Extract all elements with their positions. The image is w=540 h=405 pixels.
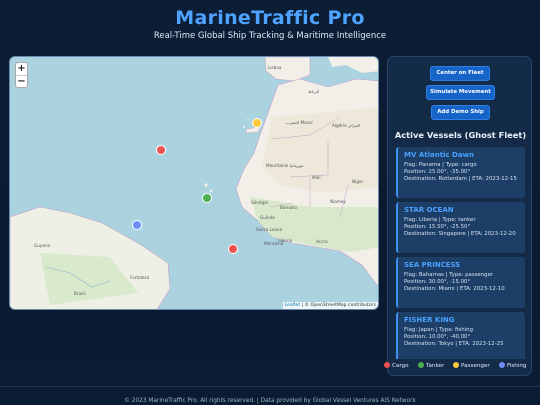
map-label: Brasil bbox=[74, 291, 86, 296]
passenger-dot-icon bbox=[453, 362, 459, 368]
control-panel: Center on Fleet Simulate Movement Add De… bbox=[387, 56, 532, 376]
leaflet-link[interactable]: Leaflet bbox=[285, 303, 301, 308]
app-title: MarineTraffic Pro bbox=[175, 7, 365, 29]
map-label: Mali bbox=[312, 175, 321, 180]
vessel-flag-type: Flag: Bahamas | Type: passenger bbox=[404, 272, 494, 278]
vessel-name: MV Atlantic Dawn bbox=[404, 151, 475, 159]
map-label: Mauritanie موريتانيا bbox=[266, 163, 304, 168]
vessel-marker-cargo[interactable] bbox=[156, 145, 166, 155]
vessel-marker-passenger[interactable] bbox=[252, 118, 262, 128]
vessel-flag-type: Flag: Liberia | Type: tanker bbox=[404, 217, 476, 223]
tanker-dot-icon bbox=[418, 362, 424, 368]
zoom-in-button[interactable]: + bbox=[16, 63, 27, 75]
map-label: الرباط bbox=[308, 89, 320, 94]
map-label: Guyana bbox=[34, 243, 51, 248]
map-label: Lisboa bbox=[268, 65, 282, 70]
vessel-marker-fishing[interactable] bbox=[132, 220, 142, 230]
add-demo-ship-button[interactable]: Add Demo Ship bbox=[432, 106, 489, 119]
vessel-position: Position: 10.00°, -40.00° bbox=[404, 334, 471, 340]
zoom-control: + − bbox=[15, 62, 28, 88]
center-on-fleet-button[interactable]: Center on Fleet bbox=[431, 67, 489, 80]
map-label: المغرب Maroc bbox=[286, 120, 314, 125]
map-label: Niamey bbox=[330, 199, 346, 204]
map-label: Sénégal bbox=[251, 200, 268, 205]
map-label: Sierra Leone bbox=[256, 227, 283, 232]
header: MarineTraffic Pro Real-Time Global Ship … bbox=[0, 6, 540, 41]
legend-item-fishing: Fishing bbox=[499, 362, 526, 370]
vessel-name: STAR OCEAN bbox=[404, 206, 454, 214]
legend-label: Tanker bbox=[426, 363, 445, 369]
map-label: Niger bbox=[352, 179, 364, 184]
cargo-dot-icon bbox=[384, 362, 390, 368]
vessel-position: Position: 25.00°, -35.00° bbox=[404, 169, 471, 175]
zoom-out-button[interactable]: − bbox=[16, 75, 27, 87]
map-label: Guinée bbox=[260, 215, 275, 220]
vessel-destination: Destination: Rotterdam | ETA: 2023-12-15 bbox=[404, 176, 517, 182]
vessel-position: Position: 30.00°, -15.00° bbox=[404, 279, 471, 285]
map-basemap bbox=[10, 57, 378, 309]
map-attribution: Leaflet | © OpenStreetMap contributors bbox=[282, 302, 378, 309]
fishing-dot-icon bbox=[499, 362, 505, 368]
legend-item-cargo: Cargo bbox=[384, 362, 409, 370]
vessel-destination: Destination: Miami | ETA: 2023-12-10 bbox=[404, 286, 505, 292]
vessel-name: SEA PRINCESS bbox=[404, 261, 461, 269]
vessel-destination: Destination: Singapore | ETA: 2023-12-20 bbox=[404, 231, 516, 237]
vessel-position: Position: 15.50°, -25.50° bbox=[404, 224, 471, 230]
vessel-card[interactable]: FISHER KING Flag: Japan | Type: fishing … bbox=[396, 312, 525, 359]
vessels-heading: Active Vessels (Ghost Fleet) bbox=[394, 130, 527, 140]
vessel-destination: Destination: Tokyo | ETA: 2023-12-25 bbox=[404, 341, 504, 347]
legend-label: Passenger bbox=[461, 363, 490, 369]
map-label: Fortaleza bbox=[130, 275, 150, 280]
osm-attribution[interactable]: | © OpenStreetMap contributors bbox=[302, 303, 376, 308]
vessel-flag-type: Flag: Japan | Type: fishing bbox=[404, 327, 473, 333]
map-label: Algérie الجزائر bbox=[332, 123, 361, 128]
map-label: Monrovia bbox=[264, 241, 284, 246]
legend-label: Fishing bbox=[507, 363, 527, 369]
footer: © 2023 MarineTraffic Pro. All rights res… bbox=[0, 386, 540, 405]
simulate-movement-button[interactable]: Simulate Movement bbox=[427, 86, 494, 99]
map-label: Accra bbox=[316, 239, 328, 244]
vessel-name: FISHER KING bbox=[404, 316, 455, 324]
vessel-marker-tanker[interactable] bbox=[202, 193, 212, 203]
vessel-card[interactable]: MV Atlantic Dawn Flag: Panama | Type: ca… bbox=[396, 147, 525, 198]
map[interactable]: Lisboa الرباط Algérie الجزائر المغرب Mar… bbox=[9, 56, 379, 310]
vessel-type-legend: Cargo Tanker Passenger Fishing bbox=[384, 362, 536, 371]
vessel-card[interactable]: STAR OCEAN Flag: Liberia | Type: tanker … bbox=[396, 202, 525, 253]
legend-item-tanker: Tanker bbox=[418, 362, 444, 370]
vessel-card[interactable]: SEA PRINCESS Flag: Bahamas | Type: passe… bbox=[396, 257, 525, 308]
legend-item-passenger: Passenger bbox=[453, 362, 490, 370]
app-subtitle: Real-Time Global Ship Tracking & Maritim… bbox=[153, 31, 387, 41]
map-label: Bamako bbox=[280, 205, 297, 210]
vessel-marker-cargo[interactable] bbox=[228, 244, 238, 254]
legend-label: Cargo bbox=[392, 363, 409, 369]
vessel-list[interactable]: MV Atlantic Dawn Flag: Panama | Type: ca… bbox=[396, 147, 525, 359]
vessel-flag-type: Flag: Panama | Type: cargo bbox=[404, 162, 477, 168]
